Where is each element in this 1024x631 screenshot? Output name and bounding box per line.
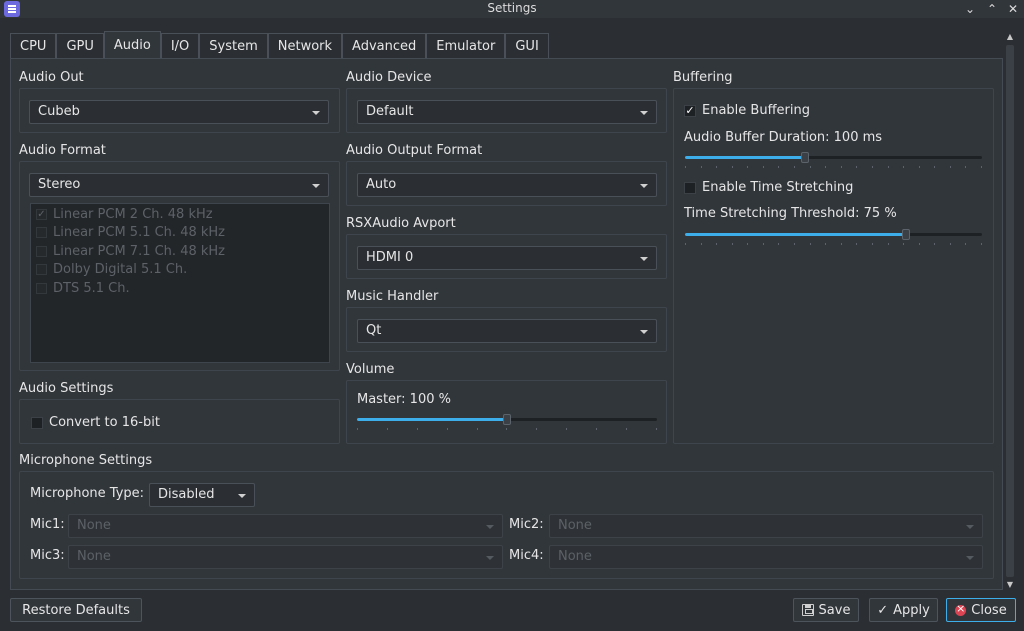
tab-gpu[interactable]: GPU: [56, 33, 104, 59]
checkbox-icon: [36, 245, 47, 257]
list-item: Dolby Digital 5.1 Ch.: [31, 261, 329, 280]
apply-button[interactable]: ✓ Apply: [869, 598, 938, 622]
music-handler-combo[interactable]: Qt: [357, 319, 657, 343]
slider-handle[interactable]: [801, 152, 809, 163]
chevron-down-icon: [640, 257, 648, 261]
slider-fill: [357, 418, 507, 421]
mic1-label: Mic1:: [30, 517, 65, 532]
close-button[interactable]: Close: [946, 598, 1016, 622]
audio-out-combo[interactable]: Cubeb: [29, 100, 329, 124]
enable-buffering-checkbox[interactable]: ✓ Enable Buffering: [684, 103, 810, 118]
check-icon: ✓: [877, 602, 889, 618]
chevron-down-icon: [966, 556, 974, 560]
audio-device-title: Audio Device: [346, 70, 432, 85]
vertical-scrollbar[interactable]: ▲ ▼: [1004, 31, 1016, 591]
buffer-duration-slider[interactable]: [685, 149, 982, 169]
tab-emulator[interactable]: Emulator: [426, 33, 506, 59]
tab-gui[interactable]: GUI: [505, 33, 549, 59]
mic4-combo[interactable]: None: [549, 545, 983, 569]
tab-network[interactable]: Network: [267, 33, 343, 59]
slider-ticks: [685, 243, 982, 246]
audio-settings-panel: Audio Out Cubeb Audio Format Stereo ✓ Lin…: [10, 58, 1003, 590]
mic1-combo[interactable]: None: [68, 514, 503, 538]
checkbox-icon: [684, 181, 696, 194]
audio-format-value: Stereo: [38, 177, 81, 192]
chevron-down-icon: [486, 556, 494, 560]
close-circle-icon: [955, 602, 967, 616]
save-button[interactable]: Save: [793, 598, 859, 622]
chevron-down-icon: [640, 111, 648, 115]
audio-format-list: ✓ Linear PCM 2 Ch. 48 kHz Linear PCM 5.1 …: [30, 203, 330, 363]
title-bar: Settings ⌄ ⌃ ✕: [0, 0, 1024, 18]
mic2-label: Mic2:: [509, 517, 544, 532]
settings-tabs: CPU GPU Audio I/O System Network Advance…: [10, 31, 549, 59]
rsxaudio-avport-combo[interactable]: HDMI 0: [357, 246, 657, 270]
checkbox-checked-icon: ✓: [36, 208, 47, 220]
master-volume-slider[interactable]: [357, 411, 657, 431]
checkbox-icon: [36, 227, 47, 239]
minimize-button[interactable]: ⌄: [962, 1, 978, 17]
scrollbar-thumb[interactable]: [1006, 45, 1014, 577]
chevron-down-icon: [640, 184, 648, 188]
microphone-settings-title: Microphone Settings: [19, 453, 153, 468]
tab-io[interactable]: I/O: [160, 33, 200, 59]
list-item: Linear PCM 7.1 Ch. 48 kHz: [31, 242, 329, 261]
audio-out-value: Cubeb: [38, 104, 80, 119]
audio-settings-title: Audio Settings: [19, 381, 114, 396]
volume-title: Volume: [346, 362, 395, 377]
mic3-label: Mic3:: [30, 548, 65, 563]
chevron-down-icon: [238, 494, 246, 498]
slider-ticks: [357, 428, 657, 431]
music-handler-title: Music Handler: [346, 289, 439, 304]
chevron-down-icon: [312, 184, 320, 188]
scroll-down-icon[interactable]: ▼: [1004, 579, 1016, 591]
tab-system[interactable]: System: [199, 33, 268, 59]
mic2-combo[interactable]: None: [549, 514, 983, 538]
buffer-duration-label: Audio Buffer Duration: 100 ms: [684, 130, 883, 145]
maximize-button[interactable]: ⌃: [984, 1, 1000, 17]
time-stretching-threshold-slider[interactable]: [685, 226, 982, 246]
list-item: DTS 5.1 Ch.: [31, 279, 329, 298]
audio-format-title: Audio Format: [19, 143, 106, 158]
slider-ticks: [685, 166, 982, 169]
window-title: Settings: [487, 1, 537, 15]
master-volume-label: Master: 100 %: [357, 392, 451, 407]
checkbox-icon: [36, 264, 47, 276]
slider-fill: [685, 156, 805, 159]
restore-defaults-button[interactable]: Restore Defaults: [10, 598, 142, 622]
slider-handle[interactable]: [902, 229, 910, 240]
chevron-down-icon: [486, 525, 494, 529]
audio-out-title: Audio Out: [19, 70, 84, 85]
checkbox-icon: [31, 416, 43, 429]
time-stretching-threshold-label: Time Stretching Threshold: 75 %: [684, 206, 897, 221]
slider-fill: [685, 233, 906, 236]
mic4-label: Mic4:: [509, 548, 544, 563]
tab-cpu[interactable]: CPU: [10, 33, 57, 59]
checkbox-icon: [36, 282, 47, 294]
close-window-button[interactable]: ✕: [1005, 1, 1021, 17]
time-stretching-checkbox[interactable]: Enable Time Stretching: [684, 180, 853, 195]
audio-output-format-combo[interactable]: Auto: [357, 173, 657, 197]
tab-advanced[interactable]: Advanced: [342, 33, 427, 59]
rsxaudio-avport-title: RSXAudio Avport: [346, 216, 456, 231]
list-item: Linear PCM 5.1 Ch. 48 kHz: [31, 224, 329, 243]
audio-device-combo[interactable]: Default: [357, 100, 657, 124]
audio-output-format-title: Audio Output Format: [346, 143, 483, 158]
tab-audio[interactable]: Audio: [103, 31, 161, 58]
chevron-down-icon: [312, 111, 320, 115]
scroll-up-icon[interactable]: ▲: [1004, 31, 1016, 43]
save-icon: [801, 604, 814, 616]
audio-format-combo[interactable]: Stereo: [29, 173, 329, 197]
checkbox-checked-icon: ✓: [684, 104, 696, 117]
microphone-type-combo[interactable]: Disabled: [149, 483, 255, 507]
mic3-combo[interactable]: None: [68, 545, 503, 569]
buffering-title: Buffering: [673, 70, 733, 85]
list-item: ✓ Linear PCM 2 Ch. 48 kHz: [36, 206, 213, 222]
microphone-type-label: Microphone Type:: [30, 486, 145, 501]
convert-16bit-checkbox[interactable]: Convert to 16-bit: [31, 415, 160, 430]
chevron-down-icon: [966, 525, 974, 529]
chevron-down-icon: [640, 330, 648, 334]
slider-handle[interactable]: [503, 414, 511, 425]
